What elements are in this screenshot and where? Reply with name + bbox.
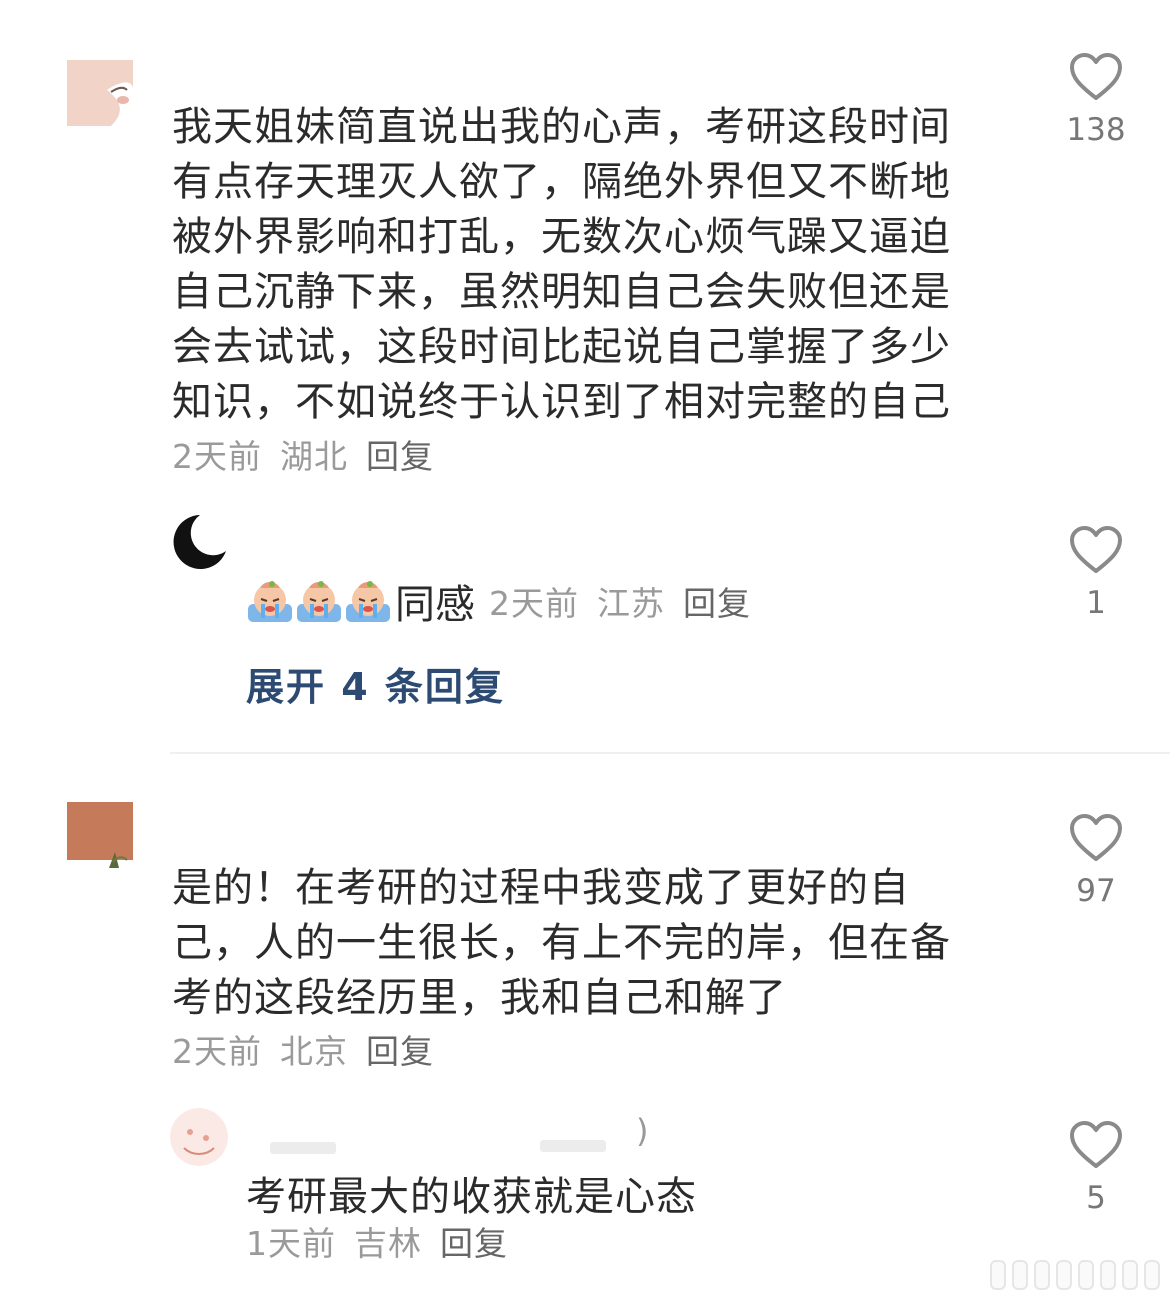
comment-line: 己，人的一生很长，有上不完的岸，但在备: [172, 920, 951, 966]
expand-replies-button[interactable]: 展开 4 条回复: [246, 656, 505, 711]
comment-line: 我天姐妹简直说出我的心声，考研这段时间: [172, 104, 951, 150]
crying-emoji-icon: [346, 581, 390, 622]
heart-icon: [1070, 53, 1122, 100]
sub-reply-time: 1天前: [246, 1224, 336, 1263]
username-redacted: [270, 1142, 336, 1154]
avatar[interactable]: [170, 1108, 228, 1166]
sub-reply-time: 2天前: [489, 584, 579, 623]
comment-line: 会去试试，这段时间比起说自己掌握了多少: [172, 324, 951, 370]
like-button[interactable]: 1: [1046, 525, 1146, 621]
crying-emoji-icon: [297, 581, 341, 622]
sub-reply-text: 考研最大的收获就是心态: [246, 1174, 697, 1220]
comment-line: 知识，不如说终于认识到了相对完整的自己: [172, 379, 951, 425]
comment-meta: 2天前 北京 回复: [172, 1032, 452, 1072]
reply-button[interactable]: 回复: [440, 1224, 508, 1263]
like-button[interactable]: 5: [1046, 1120, 1146, 1216]
comment-line: 自己沉静下来，虽然明知自己会失败但还是: [172, 269, 951, 315]
like-count: 97: [1076, 873, 1116, 909]
heart-icon: [1070, 526, 1122, 573]
watermark-icon: [990, 1260, 1160, 1290]
comment-line: 有点存天理灭人欲了，隔绝外界但又不断地: [172, 159, 951, 205]
like-button[interactable]: 97: [1046, 813, 1146, 909]
like-count: 5: [1086, 1180, 1106, 1216]
reply-button[interactable]: 回复: [683, 584, 751, 623]
reply-button[interactable]: 回复: [366, 437, 434, 476]
avatar[interactable]: [67, 802, 133, 868]
reply-button[interactable]: 回复: [366, 1032, 434, 1071]
like-count: 1: [1086, 585, 1106, 621]
sub-reply-location: 吉林: [354, 1224, 422, 1263]
comment-meta: 2天前 湖北 回复: [172, 437, 452, 477]
avatar[interactable]: [170, 513, 228, 571]
sub-reply-location: 江苏: [597, 584, 665, 623]
sub-reply-meta: 2天前 江苏 回复: [489, 577, 769, 625]
like-button[interactable]: 138: [1046, 52, 1146, 148]
username-fragment: ): [636, 1112, 649, 1150]
heart-icon: [1070, 1121, 1122, 1168]
comment-text: 我天姐妹简直说出我的心声，考研这段时间 有点存天理灭人欲了，隔绝外界但又不断地 …: [172, 100, 951, 430]
avatar[interactable]: [67, 60, 133, 126]
comment-location: 湖北: [280, 437, 348, 476]
comment-text: 是的！在考研的过程中我变成了更好的自 己，人的一生很长，有上不完的岸，但在备 考…: [172, 861, 951, 1026]
username-redacted: [540, 1140, 606, 1152]
comment-line: 考的这段经历里，我和自己和解了: [172, 975, 787, 1021]
sub-reply-meta: 1天前 吉林 回复: [246, 1224, 526, 1264]
comment-location: 北京: [280, 1032, 348, 1071]
comment-line: 是的！在考研的过程中我变成了更好的自: [172, 865, 910, 911]
like-count: 138: [1066, 112, 1126, 148]
divider: [170, 752, 1170, 754]
sub-reply-row: 同感 2天前 江苏 回复: [246, 572, 769, 630]
crying-emoji-icon: [248, 581, 292, 622]
comment-time: 2天前: [172, 1032, 262, 1071]
comment-time: 2天前: [172, 437, 262, 476]
sub-reply-text: 同感: [395, 582, 475, 628]
heart-icon: [1070, 814, 1122, 861]
comment-line: 被外界影响和打乱，无数次心烦气躁又逼迫: [172, 214, 951, 260]
